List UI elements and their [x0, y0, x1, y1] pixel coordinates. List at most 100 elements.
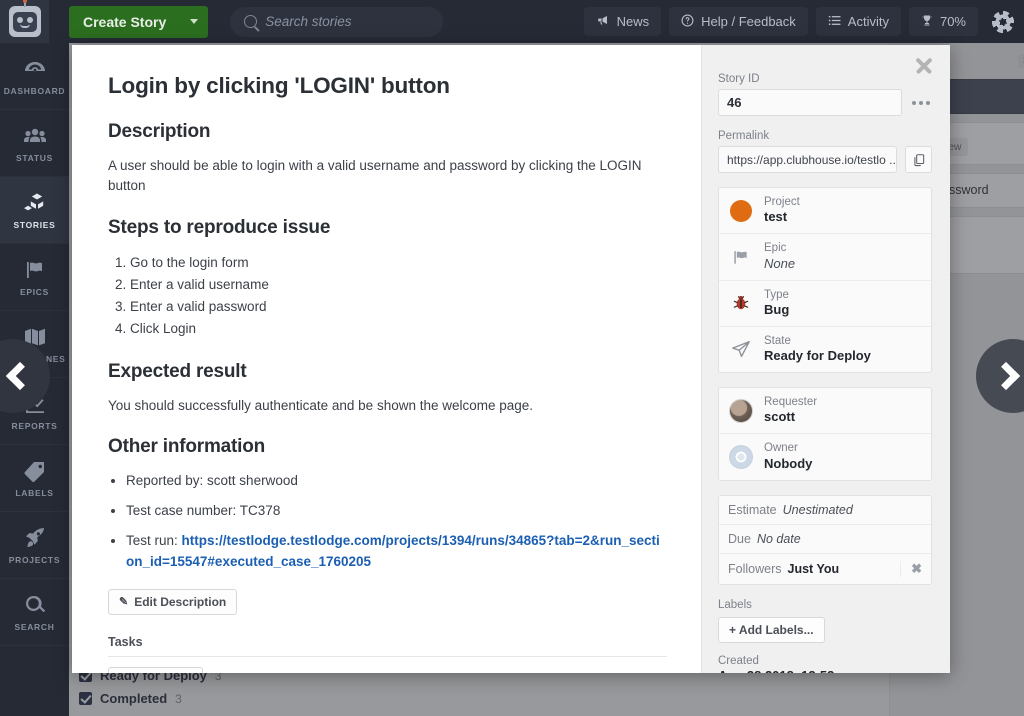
- attribute-key: Epic: [764, 242, 787, 255]
- add-task-button[interactable]: + Add Task...: [108, 666, 204, 674]
- field-estimate[interactable]: Estimate Unestimated: [719, 496, 931, 525]
- sidebar-item-epics[interactable]: EPICS: [0, 244, 69, 311]
- chevron-right-icon: [991, 361, 1021, 391]
- rocket-icon: [22, 526, 48, 550]
- story-detail-modal: Login by clicking 'LOGIN' button Descrip…: [72, 45, 950, 673]
- progress-label: 70%: [939, 14, 966, 29]
- other-info-heading: Other information: [108, 435, 266, 457]
- flag-icon: [22, 258, 48, 282]
- labels-label: Labels: [718, 598, 752, 611]
- attribute-project[interactable]: Project test: [719, 188, 931, 235]
- attribute-value: Nobody: [764, 455, 813, 471]
- sidebar-item-labels[interactable]: LABELS: [0, 445, 69, 512]
- add-labels-label: + Add Labels...: [729, 622, 814, 637]
- field-value: Just You: [787, 561, 840, 576]
- list-item: Enter a valid password: [130, 296, 667, 318]
- field-value: Unestimated: [782, 502, 853, 517]
- field-key: Followers: [728, 561, 782, 576]
- nobody-icon: [728, 444, 754, 470]
- flag-icon: [728, 244, 754, 270]
- list-item: Test case number: TC378: [126, 501, 667, 522]
- permalink-field[interactable]: https://app.clubhouse.io/testlo ...: [718, 146, 897, 173]
- robot-logo-icon: [8, 0, 41, 37]
- list-item: Go to the login form: [130, 252, 667, 274]
- test-run-prefix: Test run:: [126, 532, 182, 548]
- attribute-key: Requester: [764, 396, 818, 409]
- other-info-list: Reported by: scott sherwood Test case nu…: [126, 471, 667, 573]
- attribute-value: scott: [764, 409, 796, 425]
- story-detail-sidebar: Story ID 46 Permalink https://app.clubho…: [701, 45, 950, 673]
- story-id-field[interactable]: 46: [718, 89, 902, 116]
- permalink-row: https://app.clubhouse.io/testlo ...: [718, 146, 932, 173]
- add-labels-button[interactable]: + Add Labels...: [718, 616, 825, 643]
- gear-icon[interactable]: [992, 10, 1014, 33]
- field-due[interactable]: Due No date: [719, 525, 931, 554]
- sidebar-item-search[interactable]: SEARCH: [0, 579, 69, 646]
- sidebar-item-projects[interactable]: PROJECTS: [0, 512, 69, 579]
- divider: [108, 655, 667, 657]
- sidebar-item-status[interactable]: STATUS: [0, 110, 69, 177]
- close-icon[interactable]: [914, 55, 934, 75]
- help-feedback-button[interactable]: Help / Feedback: [669, 7, 808, 36]
- attribute-key: State: [764, 334, 791, 347]
- chevron-left-icon: [5, 361, 35, 391]
- sidebar-item-label: SEARCH: [14, 621, 55, 632]
- edit-description-label: Edit Description: [134, 594, 227, 609]
- attribute-key: Owner: [764, 442, 798, 455]
- steps-heading: Steps to reproduce issue: [108, 216, 331, 238]
- list-item: Reported by: scott sherwood: [126, 471, 667, 492]
- app-logo[interactable]: [0, 0, 49, 43]
- sidebar-item-label: EPICS: [19, 286, 49, 297]
- list-item-test-run: Test run: https://testlodge.testlodge.co…: [126, 531, 667, 573]
- attribute-value: Ready for Deploy: [764, 348, 871, 364]
- attribute-epic[interactable]: Epic None: [719, 234, 931, 281]
- pencil-icon: ✎: [119, 596, 129, 608]
- search-placeholder: Search stories: [265, 14, 352, 29]
- tasks-heading: Tasks: [108, 634, 143, 649]
- help-feedback-label: Help / Feedback: [701, 14, 796, 29]
- news-button[interactable]: News: [583, 7, 662, 36]
- field-followers[interactable]: Followers Just You ✖: [719, 554, 931, 584]
- sidebar-item-stories[interactable]: STORIES: [0, 177, 69, 244]
- chevron-down-icon[interactable]: [190, 19, 199, 24]
- paper-plane-icon: [728, 336, 754, 362]
- attribute-value: Bug: [764, 301, 790, 317]
- story-detail-content: Login by clicking 'LOGIN' button Descrip…: [72, 45, 701, 673]
- edit-description-button[interactable]: ✎ Edit Description: [108, 588, 238, 615]
- attribute-key: Project: [764, 196, 800, 208]
- description-text: A user should be able to login with a va…: [108, 158, 642, 194]
- copy-icon[interactable]: [905, 146, 932, 173]
- remove-follower-icon[interactable]: ✖: [900, 560, 922, 577]
- sidebar-item-label: STORIES: [13, 219, 56, 230]
- news-label: News: [616, 14, 650, 29]
- attribute-type[interactable]: Type Bug: [719, 281, 931, 327]
- sidebar-item-label: DASHBOARD: [3, 85, 66, 96]
- field-key: Due: [728, 531, 751, 546]
- created-label: Created: [718, 654, 759, 667]
- ellipsis-icon[interactable]: [910, 97, 932, 109]
- progress-button[interactable]: 70%: [908, 7, 978, 36]
- field-key: Estimate: [728, 502, 777, 517]
- sidebar-item-label: PROJECTS: [8, 554, 61, 565]
- list-item: Click Login: [130, 318, 667, 340]
- add-task-label: + Add Task...: [119, 673, 192, 674]
- question-circle-icon: [681, 14, 694, 30]
- attribute-requester[interactable]: Requester scott: [719, 388, 931, 435]
- create-story-button[interactable]: Create Story: [69, 5, 209, 38]
- magnifier-icon: [22, 593, 48, 617]
- page-title: Login by clicking 'LOGIN' button: [108, 73, 450, 98]
- bug-icon: [728, 290, 754, 316]
- attribute-value: None: [764, 255, 796, 271]
- blocks-icon: [22, 191, 48, 215]
- attribute-state[interactable]: State Ready for Deploy: [719, 327, 931, 372]
- avatar-icon: [728, 398, 754, 424]
- sidebar-item-dashboard[interactable]: DASHBOARD: [0, 43, 69, 110]
- test-run-link[interactable]: https://testlodge.testlodge.com/projects…: [126, 533, 660, 569]
- list-item: Enter a valid username: [130, 274, 667, 296]
- steps-list: Go to the login form Enter a valid usern…: [130, 252, 667, 341]
- attribute-owner[interactable]: Owner Nobody: [719, 434, 931, 479]
- megaphone-icon: [596, 14, 610, 29]
- field-value: No date: [756, 531, 801, 546]
- activity-button[interactable]: Activity: [815, 7, 901, 36]
- search-input[interactable]: Search stories: [230, 6, 444, 37]
